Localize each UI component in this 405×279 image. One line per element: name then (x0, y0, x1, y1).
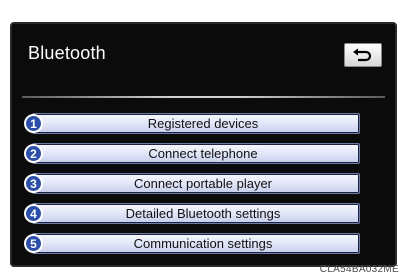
menu-item-label: Communication settings (133, 236, 273, 251)
back-button[interactable] (344, 43, 382, 67)
menu-item-label: Registered devices (147, 116, 259, 131)
registered-devices-button[interactable]: Registered devices (32, 113, 360, 134)
communication-settings-button[interactable]: Communication settings (32, 233, 360, 254)
menu-item-label: Detailed Bluetooth settings (125, 206, 281, 221)
connect-portable-player-button[interactable]: Connect portable player (32, 173, 360, 194)
menu-item-label: Connect portable player (133, 176, 273, 191)
detailed-bluetooth-settings-button[interactable]: Detailed Bluetooth settings (32, 203, 360, 224)
screen-title: Bluetooth (28, 43, 106, 63)
connect-telephone-button[interactable]: Connect telephone (32, 143, 360, 164)
callout-number: 2 (24, 144, 43, 163)
callout-number: 3 (24, 174, 43, 193)
callout-number: 1 (24, 114, 43, 133)
menu-item-label: Connect telephone (148, 146, 258, 161)
callout-number: 5 (24, 234, 43, 253)
figure-reference-code: CLA54BA032ME (319, 264, 399, 275)
display-screen: Bluetooth Registered devices 1 Connect t… (10, 22, 397, 267)
title-divider (22, 96, 385, 98)
callout-number: 4 (24, 204, 43, 223)
return-arrow-icon (353, 48, 372, 62)
